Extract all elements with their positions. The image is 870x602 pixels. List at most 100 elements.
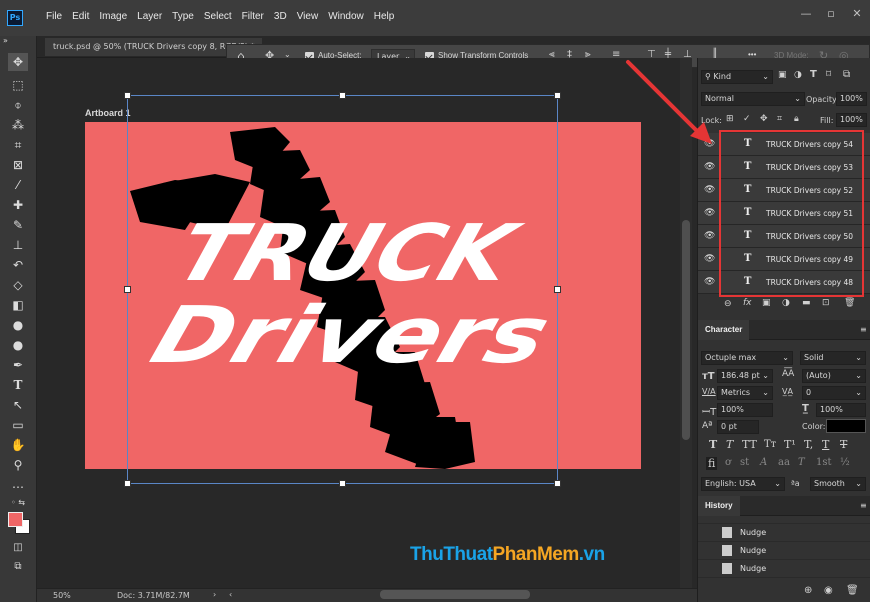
scroll-left-icon[interactable]: ‹ (229, 590, 232, 599)
eye-icon[interactable]: 👁︎ (704, 162, 715, 172)
menu-image[interactable]: Image (99, 11, 127, 22)
rectangle-tool-icon[interactable]: ▭ (8, 416, 28, 434)
menu-view[interactable]: View (297, 11, 319, 22)
lock-artboard-icon[interactable]: ⌗ (777, 114, 782, 124)
menu-type[interactable]: Type (172, 11, 194, 22)
vertical-scrollbar[interactable] (682, 220, 690, 440)
trash-icon[interactable]: 🗑︎ (844, 298, 855, 308)
kerning-field[interactable]: Metrics ⌄ (717, 386, 773, 400)
eye-icon[interactable]: 👁︎ (704, 231, 715, 241)
transform-handle[interactable] (339, 92, 346, 99)
eraser-tool-icon[interactable]: ◇ (8, 276, 28, 294)
font-family-dropdown[interactable]: Octuple max ⌄ (701, 351, 793, 365)
horizontal-scale-field[interactable]: 100% (816, 403, 866, 417)
titling-alternates-icon[interactable]: T (798, 457, 805, 468)
group-icon[interactable]: ▬ (802, 298, 811, 308)
path-selection-icon[interactable]: ↖ (8, 396, 28, 414)
type-tool-icon[interactable]: T (8, 376, 28, 394)
healing-brush-icon[interactable]: ✚ (8, 196, 28, 214)
pen-tool-icon[interactable]: ✒ (8, 356, 28, 374)
fractions-icon[interactable]: ½ (840, 457, 850, 468)
tab-history[interactable]: History (698, 496, 740, 516)
eyedropper-icon[interactable]: ⁄ (8, 176, 28, 194)
filter-pixel-icon[interactable]: ▣ (778, 70, 787, 80)
quick-mask-icon[interactable]: ◫ (8, 539, 28, 557)
eye-icon[interactable]: 👁︎ (704, 139, 715, 149)
new-layer-icon[interactable]: ⊡ (822, 298, 830, 308)
lock-all-icon[interactable]: 🔒︎ (794, 114, 799, 124)
menu-help[interactable]: Help (374, 11, 395, 22)
lock-image-icon[interactable]: ✓ (743, 114, 751, 124)
crop-tool-icon[interactable]: ⌗ (8, 136, 28, 154)
discretionary-ligatures-icon[interactable]: st (740, 457, 749, 468)
tab-character[interactable]: Character (698, 320, 750, 340)
menu-filter[interactable]: Filter (242, 11, 264, 22)
stamp-tool-icon[interactable]: ⊥ (8, 236, 28, 254)
filter-type-icon[interactable]: T (810, 69, 817, 80)
vertical-scale-field[interactable]: 100% (717, 403, 773, 417)
fx-icon[interactable]: fx (743, 298, 752, 308)
close-icon[interactable]: ✕ (846, 6, 868, 22)
blur-tool-icon[interactable]: ● (8, 316, 28, 334)
antialias-dropdown[interactable]: Smooth ⌄ (810, 477, 866, 491)
history-item[interactable]: Nudge (698, 524, 870, 542)
foreground-color-swatch[interactable] (8, 512, 23, 527)
filter-smart-object-icon[interactable]: ⧉ (843, 69, 850, 80)
minimize-icon[interactable]: — (795, 6, 817, 22)
fill-field[interactable]: 100% (836, 113, 867, 127)
subscript-icon[interactable]: T, (804, 438, 813, 451)
link-icon[interactable]: ⊖ (724, 299, 732, 309)
frame-tool-icon[interactable]: ⊠ (8, 156, 28, 174)
menu-file[interactable]: File (46, 11, 62, 22)
history-item[interactable]: Nudge (698, 560, 870, 578)
tracking-field[interactable]: 0 ⌄ (802, 386, 866, 400)
dodge-tool-icon[interactable]: ● (8, 336, 28, 354)
transform-bounding-box[interactable] (124, 92, 561, 487)
new-document-from-state-icon[interactable]: ⊕ (804, 585, 812, 596)
eye-icon[interactable]: 👁︎ (704, 277, 715, 287)
panel-menu-icon[interactable]: ≡ (860, 325, 867, 334)
move-tool-icon[interactable]: ✥ (8, 53, 28, 71)
opacity-field[interactable]: 100% (836, 92, 867, 106)
transform-handle[interactable] (124, 92, 131, 99)
brush-tool-icon[interactable]: ✎ (8, 216, 28, 234)
trash-icon[interactable]: 🗑︎ (846, 585, 859, 596)
maximize-icon[interactable]: ▫ (820, 6, 842, 22)
eye-icon[interactable]: 👁︎ (704, 185, 715, 195)
eye-icon[interactable]: 👁︎ (704, 208, 715, 218)
hand-tool-icon[interactable]: ✋ (8, 436, 28, 454)
language-dropdown[interactable]: English: USA ⌄ (701, 477, 785, 491)
lock-transparent-icon[interactable]: ⊞ (726, 114, 734, 124)
collapse-icon[interactable]: » (3, 36, 23, 46)
horizontal-scrollbar[interactable] (380, 590, 530, 599)
font-style-dropdown[interactable]: Solid ⌄ (800, 351, 866, 365)
panel-menu-icon[interactable]: ≡ (860, 501, 867, 510)
lock-position-icon[interactable]: ✥ (760, 114, 768, 124)
transform-handle[interactable] (124, 480, 131, 487)
ordinals-icon[interactable]: 1st (816, 457, 832, 468)
filter-adjustment-icon[interactable]: ◑ (794, 70, 802, 80)
adjustment-icon[interactable]: ◑ (782, 298, 790, 308)
menu-edit[interactable]: Edit (72, 11, 89, 22)
underline-icon[interactable]: T (822, 438, 829, 451)
transform-handle[interactable] (554, 92, 561, 99)
history-brush-icon[interactable]: ↶ (8, 256, 28, 274)
layer-filter-kind[interactable]: ⚲ Kind ⌄ (701, 70, 773, 84)
eye-icon[interactable]: 👁︎ (704, 254, 715, 264)
zoom-tool-icon[interactable]: ⚲ (8, 456, 28, 474)
screen-mode-icon[interactable]: ⧉ (8, 558, 28, 576)
marquee-tool-icon[interactable]: ⬚ (8, 76, 28, 94)
transform-handle[interactable] (554, 480, 561, 487)
gradient-tool-icon[interactable]: ◧ (8, 296, 28, 314)
artboard-label[interactable]: Artboard 1 (85, 108, 131, 118)
history-row-partial[interactable] (698, 516, 870, 524)
ligatures-icon[interactable]: fi (706, 457, 718, 470)
magic-wand-icon[interactable]: ⁂ (8, 116, 28, 134)
history-item[interactable]: Nudge (698, 542, 870, 560)
blend-mode-dropdown[interactable]: Normal ⌄ (701, 92, 805, 106)
stylistic-alternates-icon[interactable]: aa (778, 457, 790, 468)
status-arrow-icon[interactable]: › (213, 590, 216, 599)
menu-layer[interactable]: Layer (137, 11, 162, 22)
menu-select[interactable]: Select (204, 11, 232, 22)
baseline-shift-field[interactable]: 0 pt (717, 420, 759, 434)
